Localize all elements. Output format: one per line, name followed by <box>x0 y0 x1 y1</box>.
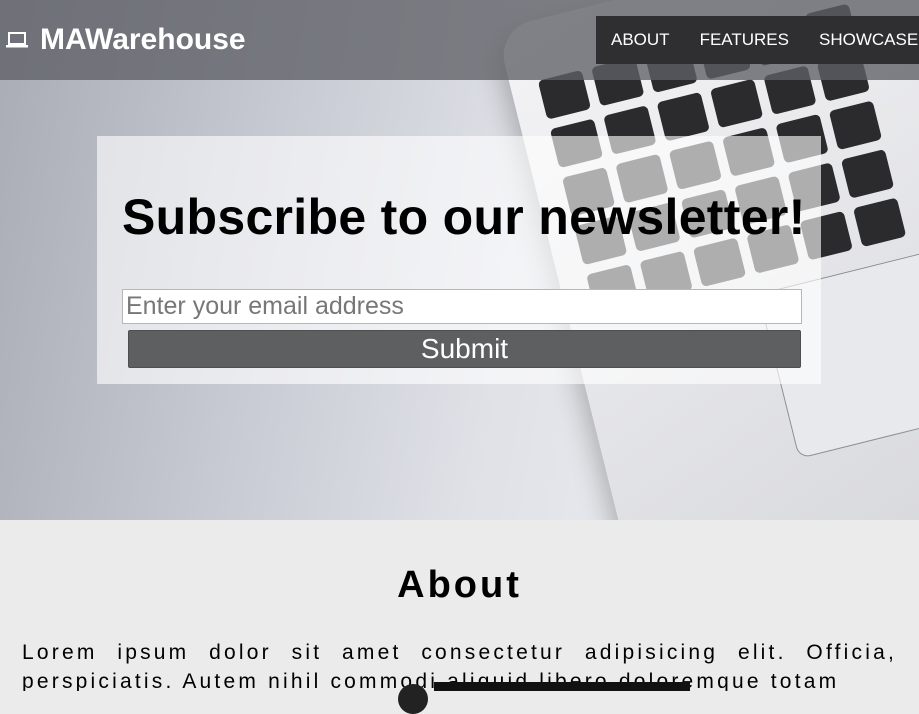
brand-logo[interactable]: MAWarehouse <box>4 23 246 56</box>
nav-link-features[interactable]: FEATURES <box>685 30 804 50</box>
submit-button[interactable]: Submit <box>128 330 801 368</box>
email-input[interactable] <box>122 289 802 324</box>
about-title: About <box>397 564 522 606</box>
navbar: MAWarehouse ABOUT FEATURES SHOWCASE <box>0 0 919 80</box>
brand-name: MAWarehouse <box>40 23 246 56</box>
nav-link-about[interactable]: ABOUT <box>596 30 685 50</box>
nav-link-showcase[interactable]: SHOWCASE <box>804 30 919 50</box>
newsletter-form: Subscribe to our newsletter! Submit <box>97 136 821 384</box>
overlay-circle <box>398 684 428 714</box>
about-section: About Lorem ipsum dolor sit amet consect… <box>0 520 919 691</box>
laptop-icon <box>4 27 30 53</box>
hero-section: MAWarehouse ABOUT FEATURES SHOWCASE Subs… <box>0 0 919 520</box>
nav-links: ABOUT FEATURES SHOWCASE <box>596 16 919 64</box>
overlay-bar <box>434 682 690 691</box>
newsletter-title: Subscribe to our newsletter! <box>122 189 806 245</box>
